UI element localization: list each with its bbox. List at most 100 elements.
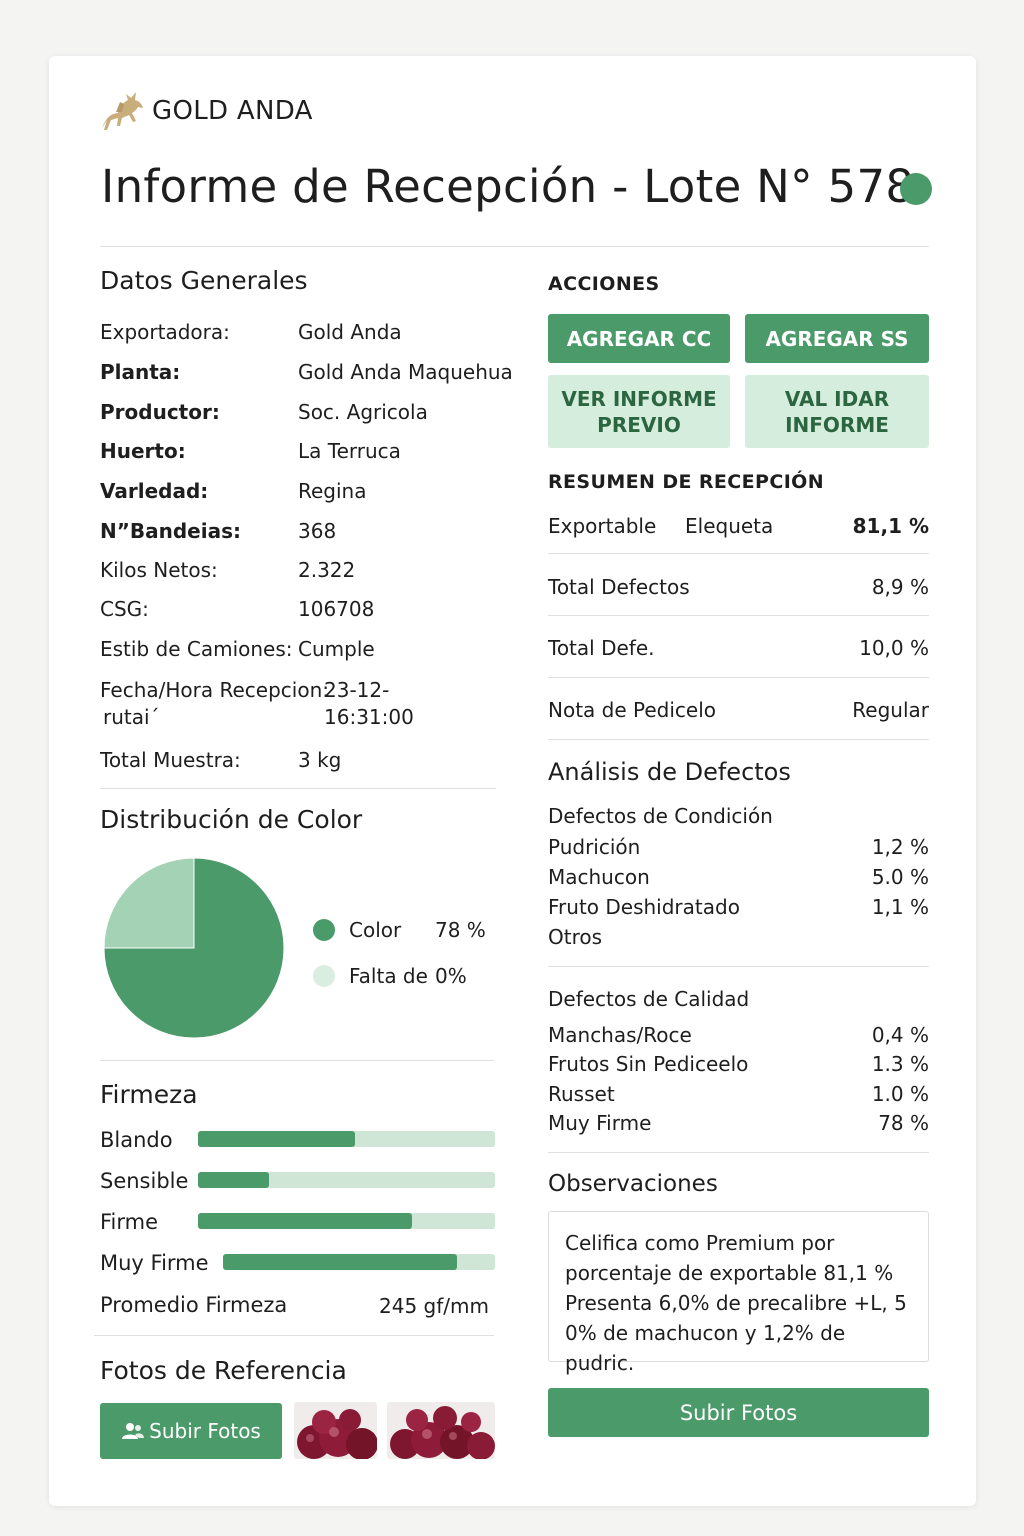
field-value: 2.322 [298, 558, 356, 582]
field-value-continued: 16:31:00 [324, 705, 414, 729]
defect-label: Muy Firme [548, 1111, 652, 1135]
analisis-heading: Análisis de Defectos [548, 758, 791, 786]
subir-fotos-button[interactable]: Subir Fotos [100, 1403, 282, 1459]
defect-value: 1.0 % [871, 1082, 929, 1106]
promedio-firmeza-value: 245 gf/mm [379, 1294, 489, 1318]
subir-fotos-observaciones-button[interactable]: Subir Fotos [548, 1388, 929, 1437]
field-value: La Terruca [298, 439, 401, 463]
field-label-continued: rutai´ [103, 705, 160, 729]
cherries-photo [294, 1402, 377, 1459]
field-label: Productor: [100, 400, 220, 424]
row-label: Exportable [548, 514, 657, 538]
brand-logo: GOLD ANDA [98, 88, 313, 134]
datos-generales-heading: Datos Generales [100, 266, 308, 295]
legend-item-color: Color 78 % [313, 918, 486, 942]
defect-label: Manchas/Roce [548, 1023, 692, 1047]
reference-photo-2[interactable] [387, 1402, 495, 1459]
observacion-line: Presenta 6,0% de precalibre +L, 5 [565, 1291, 907, 1315]
bar-fill [198, 1172, 270, 1188]
defect-label: Pudrición [548, 835, 641, 859]
firmeza-label-firme: Firme [100, 1210, 159, 1234]
fotos-referencia-heading: Fotos de Referencia [100, 1356, 347, 1385]
firmeza-heading: Firmeza [100, 1080, 198, 1109]
field-label: CSG: [100, 597, 149, 621]
legend-value: 78 % [435, 918, 486, 942]
brand-name: GOLD ANDA [152, 96, 313, 126]
button-label-line2: INFORME [785, 412, 889, 437]
bar-fill [198, 1131, 356, 1147]
field-label: Total Muestra: [100, 748, 241, 772]
status-indicator [900, 173, 932, 205]
users-icon [122, 1423, 145, 1439]
defect-label: Fruto Deshidratado [548, 895, 740, 919]
cherries-photo [387, 1402, 495, 1459]
row-label: Nota de Pedicelo [548, 698, 717, 722]
field-label: Fecha/Hora Recepcion: [100, 678, 329, 702]
legend-label: Color [349, 918, 402, 942]
firmeza-label-muy-firme: Muy Firme [100, 1251, 209, 1275]
defect-value: 1,2 % [871, 835, 929, 859]
row-value: 81,1 % [852, 514, 929, 538]
subheading: Defectos de Calidad [548, 987, 750, 1011]
legend-swatch [313, 965, 335, 987]
row-value: 8,9 % [871, 575, 929, 599]
subheading: Defectos de Condición [548, 804, 773, 828]
horse-rider-icon [102, 92, 143, 130]
bar-fill [198, 1213, 412, 1229]
reference-photo-1[interactable] [294, 1402, 377, 1459]
field-value: Regina [298, 479, 367, 503]
legend-value: 0% [435, 964, 467, 988]
field-label: Estib de Camiones: [100, 637, 293, 661]
field-label: Planta: [100, 360, 181, 384]
firmeza-bar-sensible [198, 1172, 495, 1188]
field-value: Gold Anda Maquehua [298, 360, 513, 384]
color-pie-chart [103, 857, 285, 1039]
field-label: Varledad: [100, 479, 209, 503]
observacion-line: porcentaje de exportable 81,1 % [565, 1261, 894, 1285]
field-value: 23-12- [324, 678, 390, 702]
legend-label: Falta de ı [349, 964, 435, 988]
validar-informe-button[interactable]: VAL IDAR INFORME [745, 375, 929, 448]
field-label: Exportadora: [100, 320, 230, 344]
button-label-line2: PREVIO [597, 412, 681, 437]
field-value: Soc. Agricola [298, 400, 428, 424]
divider [548, 677, 929, 678]
defect-value: 1.3 % [871, 1052, 929, 1076]
button-label-line1: VER INFORME [561, 386, 717, 411]
field-value: 3 kg [298, 748, 342, 772]
observacion-line: Celifica como Premium por [565, 1231, 835, 1255]
field-label: Huerto: [100, 439, 186, 463]
promedio-firmeza-label: Promedio Firmeza [100, 1293, 288, 1317]
divider [548, 553, 929, 554]
firmeza-bar-muy-firme [223, 1254, 495, 1270]
field-label: Kilos Netos: [100, 558, 218, 582]
divider [548, 615, 929, 616]
field-value: Cumple [298, 637, 375, 661]
defect-value: 78 % [878, 1111, 929, 1135]
firmeza-label-sensible: Sensible [100, 1169, 189, 1193]
divider [548, 1152, 929, 1153]
divider [100, 1060, 494, 1061]
defect-label: Frutos Sin Pediceelo [548, 1052, 749, 1076]
firmeza-label-blando: Blando [100, 1128, 173, 1152]
ver-informe-previo-button[interactable]: VER INFORME PREVIO [548, 375, 730, 448]
row-value: Regular [852, 698, 929, 722]
divider [94, 1335, 494, 1336]
row-label: Total Defectos [548, 575, 690, 599]
row-value: 10,0 % [859, 636, 929, 660]
observacion-line: 0% de machucon y 1,2% de pudric. [565, 1321, 846, 1375]
observaciones-textbox[interactable]: Celifica como Premium por porcentaje de … [548, 1211, 929, 1375]
subir-fotos-label: Subir Fotos [149, 1419, 261, 1443]
divider [100, 788, 496, 789]
defect-value: 5.0 % [871, 865, 929, 889]
defect-value: 0,4 % [871, 1023, 929, 1047]
firmeza-bar-firme [198, 1213, 495, 1229]
defect-value: 1,1 % [871, 895, 929, 919]
legend-item-falta-color: Falta de ı 0% [313, 964, 467, 988]
firmeza-bar-blando [198, 1131, 495, 1147]
row-mid: Elequeta [685, 514, 774, 538]
field-fecha-hora: Fecha/Hora Recepcion: rutai´ 23-12- 16:3… [100, 678, 510, 732]
agregar-ss-button[interactable]: AGREGAR SS [745, 314, 929, 363]
agregar-cc-button[interactable]: AGREGAR CC [548, 314, 730, 363]
button-label-line1: VAL IDAR [784, 386, 890, 411]
